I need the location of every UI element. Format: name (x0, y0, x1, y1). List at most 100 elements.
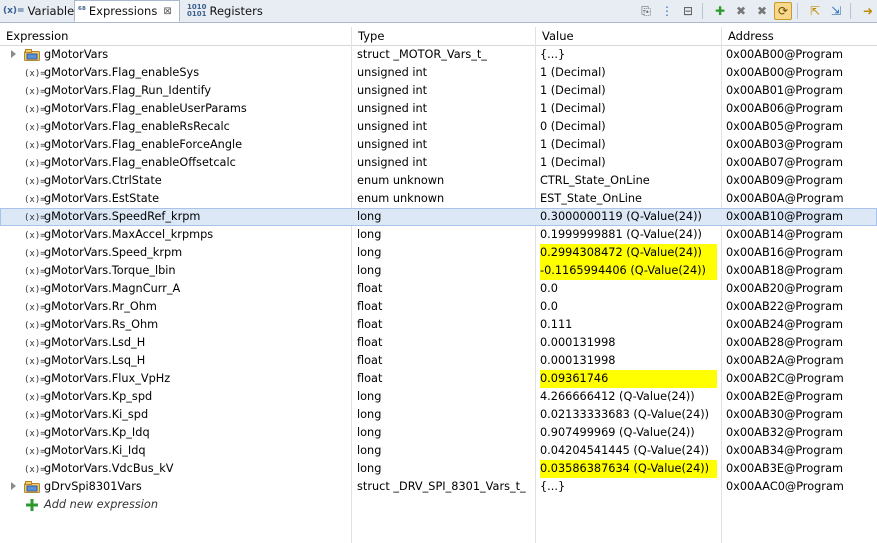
expression-cell[interactable]: (x)= gMotorVars.CtrlState (0, 172, 351, 190)
expression-cell[interactable]: (x)= gMotorVars.EstState (0, 190, 351, 208)
table-row[interactable]: (x)= gMotorVars.VdcBus_kV long 0.0358638763… (0, 460, 877, 478)
table-row[interactable]: (x)= gMotorVars.Flag_Run_Identify unsigned… (0, 82, 877, 100)
value-text: 0.04204541445 (Q-Value(24)) (540, 444, 710, 457)
add-new-expression-row[interactable]: Add new expression (0, 496, 877, 514)
table-row[interactable]: (x)= gMotorVars.Flux_VpHz float 0.09361746 0… (0, 370, 877, 388)
table-row[interactable]: (x)= gMotorVars.Kp_spd long 4.266666412 (Q-… (0, 388, 877, 406)
collapse-all-icon[interactable]: ⊟ (679, 2, 697, 20)
expression-cell[interactable]: (x)= gMotorVars.Speed_krpm (0, 244, 351, 262)
value-cell[interactable]: 1 (Decimal) (536, 154, 721, 172)
expression-cell[interactable]: Add new expression (0, 496, 351, 514)
value-cell[interactable]: 1 (Decimal) (536, 82, 721, 100)
value-cell[interactable]: 1 (Decimal) (536, 100, 721, 118)
table-row[interactable]: (x)= gMotorVars.Flag_enableForceAngle unsi… (0, 136, 877, 154)
expression-cell[interactable]: (x)= gMotorVars.Flag_enableUserParams (0, 100, 351, 118)
value-cell[interactable]: 1 (Decimal) (536, 136, 721, 154)
expand-arrow-icon[interactable] (11, 482, 16, 490)
table-row[interactable]: gDrvSpi8301Vars struct _DRV_SPI_8301_Vars… (0, 478, 877, 496)
value-cell[interactable]: 0 (Decimal) (536, 118, 721, 136)
view-menu-icon[interactable]: ➜ (859, 2, 877, 20)
table-row[interactable]: (x)= gMotorVars.Ki_Idq long 0.04204541445 (… (0, 442, 877, 460)
expression-cell[interactable]: (x)= gMotorVars.Lsq_H (0, 352, 351, 370)
table-row[interactable]: (x)= gMotorVars.Flag_enableUserParams unsi… (0, 100, 877, 118)
expression-cell[interactable]: (x)= gMotorVars.Rr_Ohm (0, 298, 351, 316)
expression-cell[interactable]: (x)= gMotorVars.Ki_Idq (0, 442, 351, 460)
expression-cell[interactable]: (x)= gMotorVars.Flag_enableOffsetcalc (0, 154, 351, 172)
table-row[interactable]: (x)= gMotorVars.EstState enum unknown EST_S… (0, 190, 877, 208)
column-header-value[interactable]: Value (536, 27, 722, 45)
expression-cell[interactable]: gMotorVars (0, 46, 351, 64)
table-row[interactable]: (x)= gMotorVars.SpeedRef_krpm long 0.300000… (0, 208, 877, 226)
value-cell[interactable]: 0.2994308472 (Q-Value(24)) (536, 244, 721, 262)
value-cell[interactable]: 0.000131998 (536, 334, 721, 352)
expression-cell[interactable]: (x)= gMotorVars.VdcBus_kV (0, 460, 351, 478)
table-row[interactable]: gMotorVars struct _MOTOR_Vars_t_ {...} 0x00… (0, 46, 877, 64)
value-cell[interactable]: EST_State_OnLine (536, 190, 721, 208)
table-row[interactable]: (x)= gMotorVars.Ki_spd long 0.02133333683 (… (0, 406, 877, 424)
expression-name: gMotorVars.Flag_enableRsRecalc (44, 120, 230, 133)
select-all-icon[interactable]: ⋮ (658, 2, 676, 20)
column-header-address[interactable]: Address (722, 27, 877, 45)
expression-cell[interactable]: (x)= gMotorVars.Torque_lbin (0, 262, 351, 280)
table-row[interactable]: (x)= gMotorVars.Rs_Ohm float 0.111 0x00AB24@… (0, 316, 877, 334)
expression-cell[interactable]: (x)= gMotorVars.MagnCurr_A (0, 280, 351, 298)
value-cell[interactable]: 0.907499969 (Q-Value(24)) (536, 424, 721, 442)
expression-cell[interactable]: (x)= gMotorVars.Kp_Idq (0, 424, 351, 442)
table-row[interactable]: (x)= gMotorVars.Flag_enableSys unsigned in… (0, 64, 877, 82)
expression-cell[interactable]: gDrvSpi8301Vars (0, 478, 351, 496)
value-cell[interactable]: {...} (536, 478, 721, 496)
value-cell[interactable]: 0.1999999881 (Q-Value(24)) (536, 226, 721, 244)
table-row[interactable]: (x)= gMotorVars.Lsq_H float 0.000131998 0x00… (0, 352, 877, 370)
table-row[interactable]: (x)= gMotorVars.Kp_Idq long 0.907499969 (Q-… (0, 424, 877, 442)
value-cell[interactable]: CTRL_State_OnLine (536, 172, 721, 190)
column-header-expression[interactable]: Expression (0, 27, 352, 45)
expression-cell[interactable]: (x)= gMotorVars.Flag_enableRsRecalc (0, 118, 351, 136)
expression-cell[interactable]: (x)= gMotorVars.Lsd_H (0, 334, 351, 352)
expression-cell[interactable]: (x)= gMotorVars.Rs_Ohm (0, 316, 351, 334)
remove-expression-icon[interactable]: ✖ (732, 2, 750, 20)
add-expression-icon[interactable]: ✚ (711, 2, 729, 20)
value-cell[interactable]: 0.02133333683 (Q-Value(24)) (536, 406, 721, 424)
value-cell[interactable]: 4.266666412 (Q-Value(24)) (536, 388, 721, 406)
expression-cell[interactable]: (x)= gMotorVars.Ki_spd (0, 406, 351, 424)
expression-cell[interactable]: (x)= gMotorVars.Flag_Run_Identify (0, 82, 351, 100)
export-icon[interactable]: ⇱ (806, 2, 824, 20)
value-cell[interactable]: 0.03586387634 (Q-Value(24)) (536, 460, 721, 478)
expression-cell[interactable]: (x)= gMotorVars.Flag_enableSys (0, 64, 351, 82)
expression-cell[interactable]: (x)= gMotorVars.MaxAccel_krpmps (0, 226, 351, 244)
tab-expressions[interactable]: ⁶⁸ Expressions ⊠ (74, 0, 180, 22)
expression-cell[interactable]: (x)= gMotorVars.Flux_VpHz (0, 370, 351, 388)
table-row[interactable]: (x)= gMotorVars.Torque_lbin long -0.1165994… (0, 262, 877, 280)
expression-name: gMotorVars.Rs_Ohm (44, 318, 159, 331)
table-row[interactable]: (x)= gMotorVars.MagnCurr_A float 0.0 0x00AB2… (0, 280, 877, 298)
table-row[interactable]: (x)= gMotorVars.Lsd_H float 0.000131998 0x00… (0, 334, 877, 352)
value-cell[interactable]: 0.111 (536, 316, 721, 334)
table-row[interactable]: (x)= gMotorVars.Flag_enableOffsetcalc unsi… (0, 154, 877, 172)
value-cell[interactable]: 1 (Decimal) (536, 64, 721, 82)
value-cell[interactable]: 0.09361746 (536, 370, 721, 388)
column-header-type[interactable]: Type (352, 27, 536, 45)
import-icon[interactable]: ⇲ (827, 2, 845, 20)
value-cell[interactable]: 0.04204541445 (Q-Value(24)) (536, 442, 721, 460)
value-cell[interactable]: {...} (536, 46, 721, 64)
table-row[interactable]: (x)= gMotorVars.Flag_enableRsRecalc unsign… (0, 118, 877, 136)
value-cell[interactable]: 0.000131998 (536, 352, 721, 370)
table-row[interactable]: (x)= gMotorVars.CtrlState enum unknown CTRL… (0, 172, 877, 190)
table-row[interactable]: (x)= gMotorVars.Speed_krpm long 0.299430847… (0, 244, 877, 262)
show-type-names-icon[interactable]: ⎘ (637, 2, 655, 20)
remove-all-icon[interactable]: ✖ (753, 2, 771, 20)
close-icon[interactable]: ⊠ (163, 6, 171, 17)
continuous-refresh-icon[interactable]: ⟳ (774, 2, 792, 20)
expression-cell[interactable]: (x)= gMotorVars.Kp_spd (0, 388, 351, 406)
expand-arrow-icon[interactable] (11, 50, 16, 58)
expression-cell[interactable]: (x)= gMotorVars.Flag_enableForceAngle (0, 136, 351, 154)
value-cell[interactable]: 0.0 (536, 298, 721, 316)
expression-cell[interactable]: (x)= gMotorVars.SpeedRef_krpm (0, 208, 351, 226)
value-cell[interactable]: -0.1165994406 (Q-Value(24)) (536, 262, 721, 280)
table-row[interactable]: (x)= gMotorVars.Rr_Ohm float 0.0 0x00AB22@Pr… (0, 298, 877, 316)
value-cell[interactable]: 0.3000000119 (Q-Value(24)) (536, 208, 721, 226)
tab-variables[interactable]: (x)= Variables (0, 0, 80, 21)
table-row[interactable]: (x)= gMotorVars.MaxAccel_krpmps long 0.1999… (0, 226, 877, 244)
value-cell[interactable]: 0.0 (536, 280, 721, 298)
tab-registers[interactable]: 1010 0101 Registers (184, 0, 263, 21)
